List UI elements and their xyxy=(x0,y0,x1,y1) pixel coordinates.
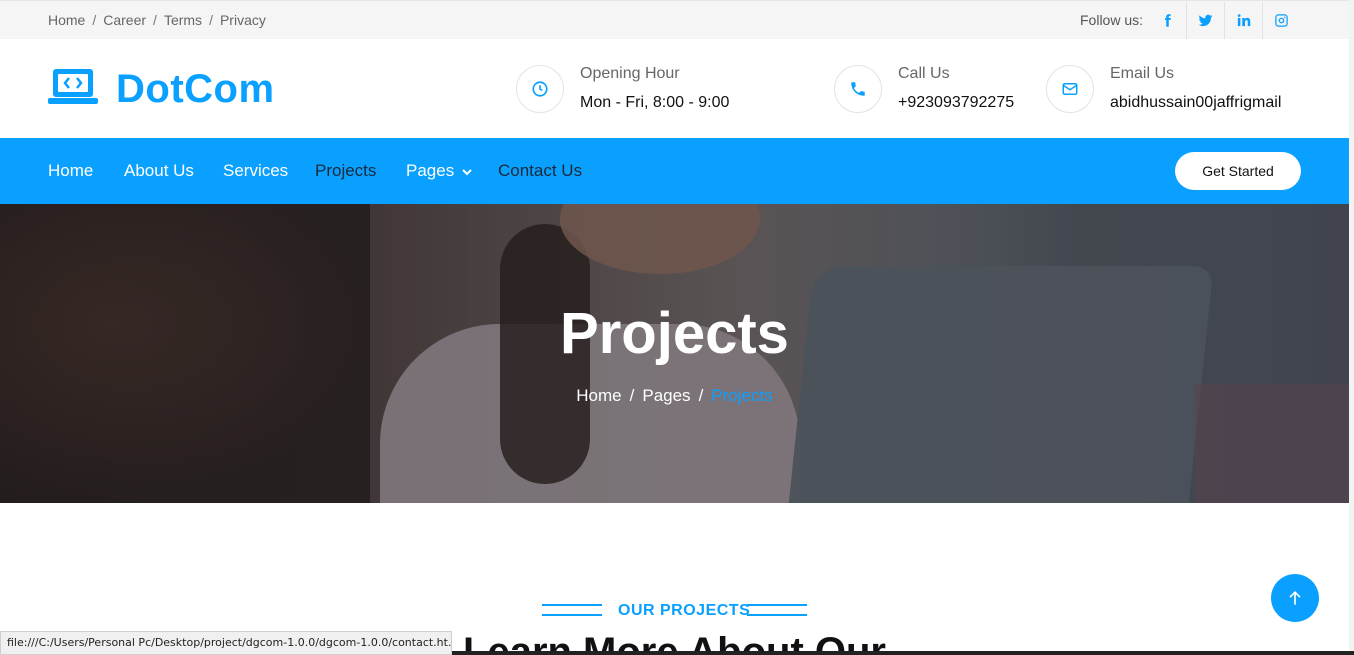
breadcrumb-current: Projects xyxy=(711,386,773,405)
nav-item-pages[interactable]: Pages xyxy=(406,161,472,181)
header: DotCom Opening Hour Mon - Fri, 8:00 - 9:… xyxy=(0,39,1354,138)
arrow-up-icon xyxy=(1289,590,1301,605)
separator: / xyxy=(629,386,635,405)
nav-item-pages-label: Pages xyxy=(406,161,455,180)
call-us-label: Call Us xyxy=(898,65,950,82)
top-link-home[interactable]: Home xyxy=(48,12,85,28)
separator: / xyxy=(153,12,157,28)
top-link-privacy[interactable]: Privacy xyxy=(220,12,266,28)
facebook-icon[interactable] xyxy=(1148,2,1186,39)
chevron-down-icon xyxy=(462,168,472,175)
nav-item-services[interactable]: Services xyxy=(223,161,288,181)
separator: / xyxy=(698,386,704,405)
instagram-icon[interactable] xyxy=(1262,2,1300,39)
linkedin-icon[interactable] xyxy=(1224,2,1262,39)
opening-hour-value: Mon - Fri, 8:00 - 9:00 xyxy=(580,94,730,111)
subtitle-line-right xyxy=(747,604,807,616)
nav-item-about-us[interactable]: About Us xyxy=(124,161,194,181)
envelope-icon xyxy=(1046,65,1094,113)
follow-label: Follow us: xyxy=(1080,12,1144,28)
page-scrollbar[interactable] xyxy=(1349,0,1354,655)
clock-icon xyxy=(516,65,564,113)
logo[interactable]: DotCom xyxy=(48,67,275,112)
subtitle-line-left xyxy=(542,604,602,616)
page-header-hero: Projects Home / Pages / Projects xyxy=(0,204,1349,503)
twitter-icon[interactable] xyxy=(1186,2,1224,39)
nav-item-projects[interactable]: Projects xyxy=(315,161,376,181)
browser-status-url: file:///C:/Users/Personal Pc/Desktop/pro… xyxy=(0,631,452,655)
nav-item-contact-us[interactable]: Contact Us xyxy=(498,161,582,181)
top-link-terms[interactable]: Terms xyxy=(164,12,202,28)
main-nav: Home About Us Services Projects Pages Co… xyxy=(0,138,1354,204)
separator: / xyxy=(92,12,97,28)
call-us-value[interactable]: +923093792275 xyxy=(898,94,1014,112)
page-title: Projects xyxy=(560,301,789,366)
email-us-value[interactable]: abidhussain00jaffrigmail xyxy=(1110,94,1281,112)
window-bottom-edge xyxy=(452,651,1354,655)
section-subtitle-text: OUR PROJECTS xyxy=(618,602,751,619)
email-us-label: Email Us xyxy=(1110,65,1175,82)
breadcrumb: Home / Pages / Projects xyxy=(0,386,1349,406)
top-link-career[interactable]: Career xyxy=(103,12,146,28)
phone-icon xyxy=(834,65,882,113)
top-links: Home / Career / Terms / Privacy xyxy=(48,12,266,28)
opening-hour-label: Opening Hour xyxy=(580,65,680,82)
brand-name: DotCom xyxy=(116,67,275,111)
separator: / xyxy=(209,12,213,28)
get-started-button[interactable]: Get Started xyxy=(1175,152,1301,190)
section-subtitle: OUR PROJECTS xyxy=(542,600,807,624)
nav-item-home[interactable]: Home xyxy=(48,161,93,181)
breadcrumb-home[interactable]: Home xyxy=(576,386,621,405)
breadcrumb-pages[interactable]: Pages xyxy=(642,386,690,405)
top-bar: Home / Career / Terms / Privacy Follow us: xyxy=(0,0,1354,39)
laptop-code-icon xyxy=(48,67,98,112)
back-to-top-button[interactable] xyxy=(1271,574,1319,622)
